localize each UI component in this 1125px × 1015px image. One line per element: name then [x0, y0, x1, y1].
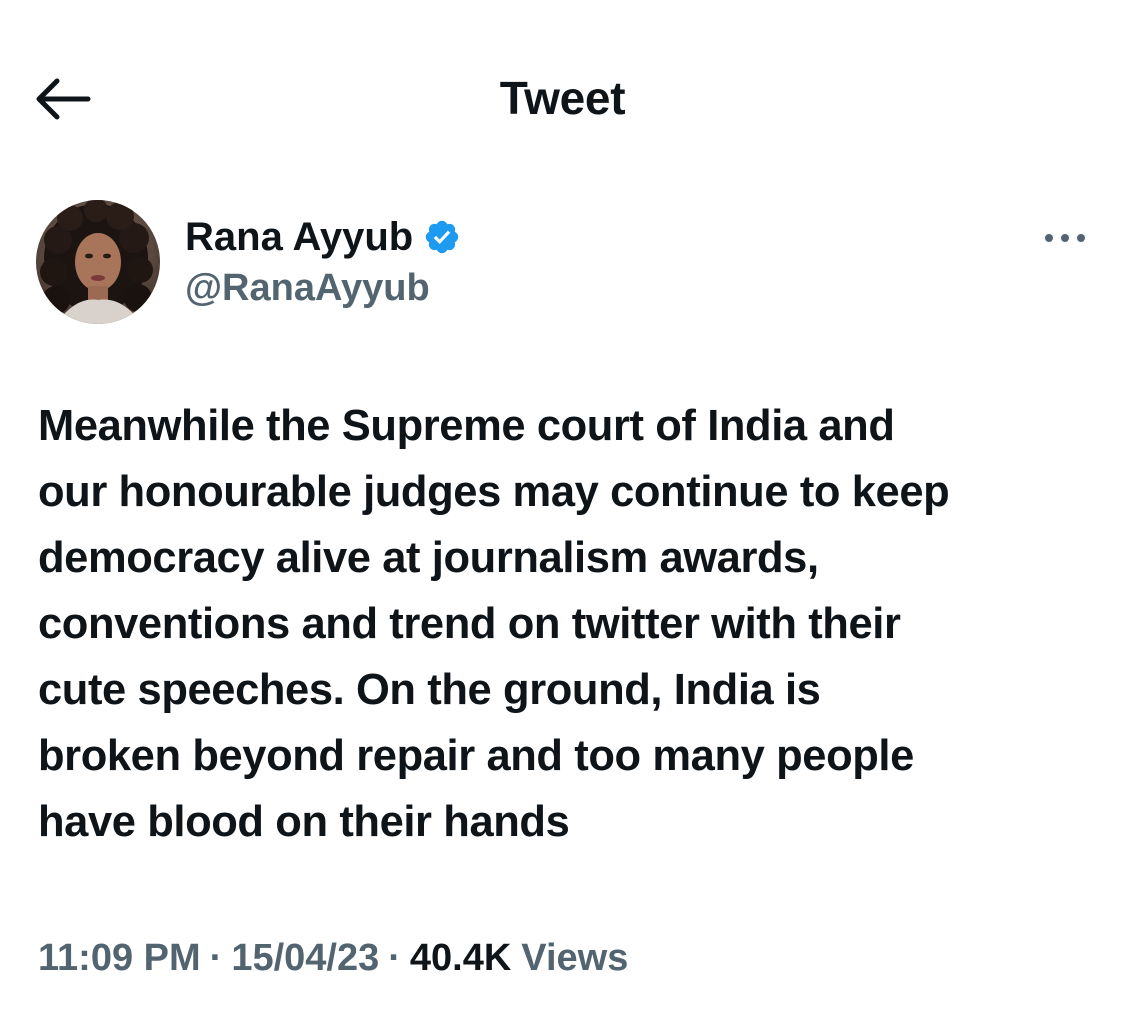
- author-name[interactable]: Rana Ayyub: [185, 212, 413, 262]
- avatar[interactable]: [36, 200, 160, 324]
- tweet-metadata: 11:09 PM · 15/04/23 · 40.4K Views: [38, 930, 628, 986]
- author-handle[interactable]: @RanaAyyub: [185, 264, 430, 312]
- avatar-image: [36, 200, 160, 324]
- author-name-row: Rana Ayyub: [185, 212, 461, 262]
- tweet-time[interactable]: 11:09 PM: [38, 930, 201, 986]
- verified-badge-icon[interactable]: [423, 218, 461, 256]
- tweet-text: Meanwhile the Supreme court of India and…: [38, 402, 950, 846]
- meta-separator: ·: [388, 937, 401, 979]
- page-title: Tweet: [499, 72, 626, 124]
- tweet-author: Rana Ayyub @RanaAyyub: [36, 200, 1096, 330]
- more-horizontal-icon: [1045, 234, 1085, 242]
- tweet-date[interactable]: 15/04/23: [231, 930, 379, 986]
- more-options-button[interactable]: [1040, 220, 1090, 256]
- meta-separator: ·: [209, 937, 223, 979]
- views-label: Views: [521, 937, 629, 979]
- top-bar: Tweet: [0, 0, 1125, 190]
- views-count[interactable]: 40.4K: [410, 930, 511, 986]
